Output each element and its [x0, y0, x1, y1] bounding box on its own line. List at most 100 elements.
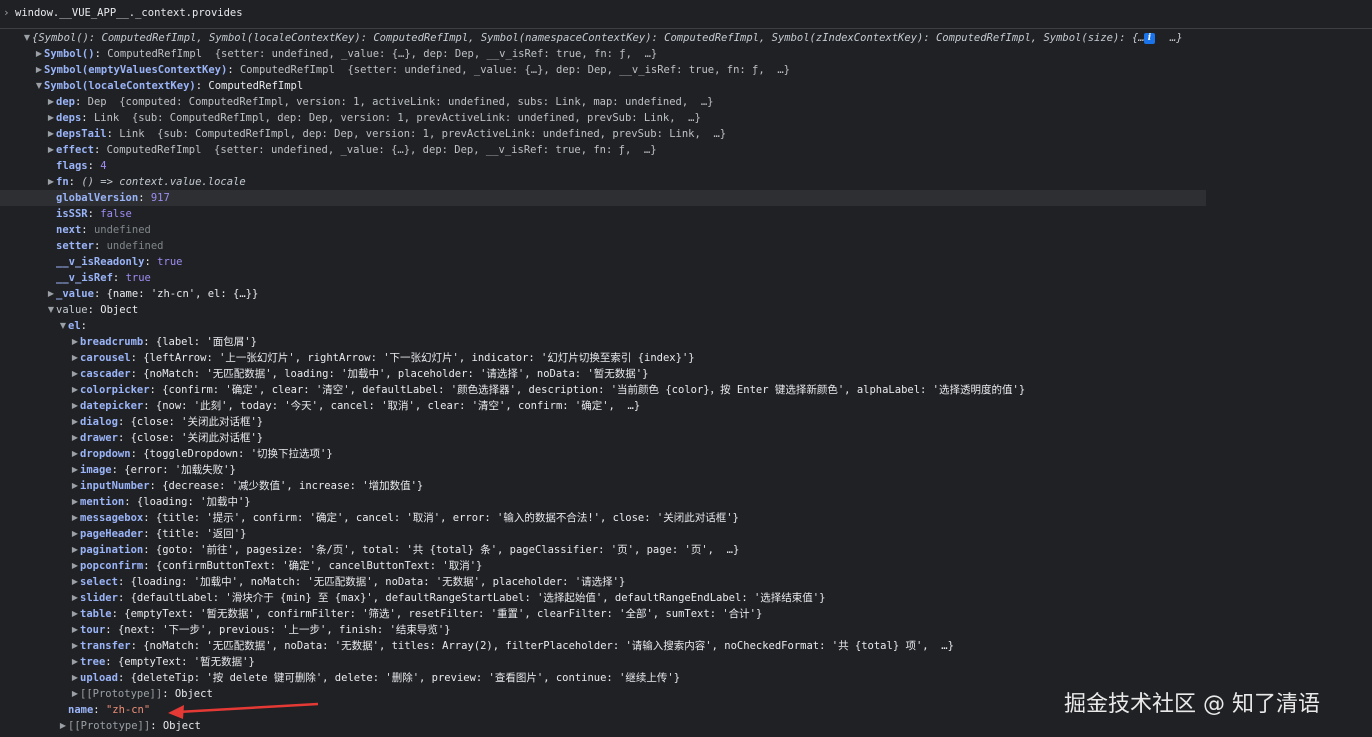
collapsed-triangle-icon[interactable]: ▶ — [70, 462, 80, 478]
collapsed-triangle-icon[interactable]: ▶ — [70, 478, 80, 494]
collapsed-triangle-icon[interactable]: ▶ — [70, 398, 80, 414]
property-key: flags — [56, 160, 88, 172]
collapsed-triangle-icon[interactable]: ▶ — [46, 94, 56, 110]
expanded-triangle-icon[interactable]: ▼ — [34, 78, 44, 94]
collapsed-triangle-icon[interactable]: ▶ — [70, 366, 80, 382]
tree-row[interactable]: ▶ transfer: {noMatch: '无匹配数据', noData: '无… — [0, 638, 1372, 654]
property-value: "zh-cn" — [105, 704, 151, 716]
key-separator: : — [195, 80, 209, 92]
tree-row[interactable]: ▶ datepicker: {now: '此刻', today: '今天', ca… — [0, 398, 1372, 414]
collapsed-triangle-icon[interactable]: ▶ — [46, 126, 56, 142]
tree-row: setter: undefined — [0, 238, 1372, 254]
key-separator: : — [81, 224, 94, 236]
tree-row[interactable]: ▶ colorpicker: {confirm: '确定', clear: '清空… — [0, 382, 1372, 398]
collapsed-triangle-icon[interactable]: ▶ — [70, 654, 80, 670]
expanded-triangle-icon[interactable]: ▼ — [46, 302, 56, 318]
tree-row[interactable]: ▶ depsTail: Link {sub: ComputedRefImpl, d… — [0, 126, 1372, 142]
tree-row[interactable]: ▼ value: Object — [0, 302, 1372, 318]
property-value: {error: '加载失败'} — [124, 464, 236, 476]
expanded-triangle-icon[interactable]: ▼ — [58, 318, 68, 334]
property-key: name — [68, 704, 94, 716]
tree-row[interactable]: ▶ inputNumber: {decrease: '减少数值', increas… — [0, 478, 1372, 494]
collapsed-triangle-icon[interactable]: ▶ — [70, 350, 80, 366]
tree-row[interactable]: ▶ image: {error: '加载失败'} — [0, 462, 1372, 478]
tree-row[interactable]: ▶ carousel: {leftArrow: '上一张幻灯片', rightAr… — [0, 350, 1372, 366]
key-separator: : — [149, 480, 163, 492]
tree-row[interactable]: ▶ deps: Link {sub: ComputedRefImpl, dep: … — [0, 110, 1372, 126]
tree-row[interactable]: ▶ select: {loading: '加载中', noMatch: '无匹配数… — [0, 574, 1372, 590]
tree-row[interactable]: ▶ popconfirm: {confirmButtonText: '确定', c… — [0, 558, 1372, 574]
collapsed-triangle-icon[interactable]: ▶ — [70, 526, 80, 542]
info-icon[interactable]: i — [1144, 33, 1155, 44]
tree-row[interactable]: ▶ dep: Dep {computed: ComputedRefImpl, ve… — [0, 94, 1372, 110]
collapsed-triangle-icon[interactable]: ▶ — [70, 334, 80, 350]
tree-row[interactable]: ▶ upload: {deleteTip: '按 delete 键可删除', de… — [0, 670, 1372, 686]
collapsed-triangle-icon[interactable]: ▶ — [70, 558, 80, 574]
collapsed-triangle-icon[interactable]: ▶ — [70, 638, 80, 654]
collapsed-triangle-icon[interactable]: ▶ — [46, 174, 56, 190]
collapsed-triangle-icon[interactable]: ▶ — [34, 62, 44, 78]
tree-row[interactable]: ▼ el: — [0, 318, 1372, 334]
property-key: datepicker — [80, 400, 144, 412]
collapsed-triangle-icon[interactable]: ▶ — [70, 542, 80, 558]
tree-row[interactable]: ▶ fn: () => context.value.locale — [0, 174, 1372, 190]
tree-row[interactable]: ▶ tree: {emptyText: '暂无数据'} — [0, 654, 1372, 670]
collapsed-triangle-icon[interactable]: ▶ — [70, 686, 80, 702]
collapsed-triangle-icon[interactable]: ▶ — [70, 606, 80, 622]
console-input-line[interactable]: › window.__VUE_APP__._context.provides — [0, 0, 1372, 29]
collapsed-triangle-icon[interactable]: ▶ — [70, 670, 80, 686]
tree-row[interactable]: ▶ breadcrumb: {label: '面包屑'} — [0, 334, 1372, 350]
tree-row[interactable]: ▶ Symbol(emptyValuesContextKey): Computed… — [0, 62, 1372, 78]
property-value: Dep {computed: ComputedRefImpl, version:… — [87, 96, 714, 108]
tree-row[interactable]: ▶ Symbol(): ComputedRefImpl {setter: unde… — [0, 46, 1372, 62]
collapsed-triangle-icon[interactable]: ▶ — [70, 510, 80, 526]
key-separator: : — [105, 624, 118, 636]
collapsed-triangle-icon[interactable]: ▶ — [34, 46, 44, 62]
tree-row[interactable]: ▶ slider: {defaultLabel: '滑块介于 {min} 至 {m… — [0, 590, 1372, 606]
property-key: cascader — [80, 368, 131, 380]
collapsed-triangle-icon[interactable]: ▶ — [70, 494, 80, 510]
console-command[interactable]: window.__VUE_APP__._context.provides — [15, 7, 243, 19]
property-key: Symbol(emptyValuesContextKey) — [44, 64, 228, 76]
collapsed-triangle-icon[interactable]: ▶ — [70, 414, 80, 430]
tree-row[interactable]: ▶ [[Prototype]]: Object — [0, 718, 1372, 734]
tree-row[interactable]: ▶ cascader: {noMatch: '无匹配数据', loading: '… — [0, 366, 1372, 382]
tree-row[interactable]: ▼ {Symbol(): ComputedRefImpl, Symbol(loca… — [0, 30, 1372, 46]
tree-row[interactable]: ▶ pageHeader: {title: '返回'} — [0, 526, 1372, 542]
tree-row: __v_isRef: true — [0, 270, 1372, 286]
tree-row[interactable]: ▶ messagebox: {title: '提示', confirm: '确定'… — [0, 510, 1372, 526]
tree-row[interactable]: ▶ dropdown: {toggleDropdown: '切换下拉选项'} — [0, 446, 1372, 462]
tree-row[interactable]: ▶ drawer: {close: '关闭此对话框'} — [0, 430, 1372, 446]
property-value: {title: '返回'} — [155, 528, 247, 540]
key-separator: : — [143, 400, 156, 412]
tree-row[interactable]: ▶ dialog: {close: '关闭此对话框'} — [0, 414, 1372, 430]
property-value: {emptyText: '暂无数据', confirmFilter: '筛选',… — [124, 608, 763, 620]
tree-row[interactable]: ▶ table: {emptyText: '暂无数据', confirmFilte… — [0, 606, 1372, 622]
collapsed-triangle-icon[interactable]: ▶ — [70, 446, 80, 462]
collapsed-triangle-icon[interactable]: ▶ — [46, 286, 56, 302]
collapsed-triangle-icon[interactable]: ▶ — [70, 590, 80, 606]
collapsed-triangle-icon[interactable]: ▶ — [46, 142, 56, 158]
watermark-text: 掘金技术社区 @ 知了清语 — [1064, 692, 1320, 717]
collapsed-triangle-icon[interactable]: ▶ — [46, 110, 56, 126]
tree-row[interactable]: ▶ mention: {loading: '加载中'} — [0, 494, 1372, 510]
collapsed-triangle-icon[interactable]: ▶ — [58, 718, 68, 734]
tree-row[interactable]: ▼ Symbol(localeContextKey): ComputedRefIm… — [0, 78, 1372, 94]
collapsed-triangle-icon[interactable]: ▶ — [70, 574, 80, 590]
collapsed-triangle-icon[interactable]: ▶ — [70, 382, 80, 398]
collapsed-triangle-icon[interactable]: ▶ — [70, 622, 80, 638]
expanded-triangle-icon[interactable]: ▼ — [22, 30, 32, 46]
key-separator: : — [117, 576, 131, 588]
collapsed-triangle-icon[interactable]: ▶ — [70, 430, 80, 446]
key-separator: : — [94, 48, 108, 60]
tree-row[interactable]: ▶ tour: {next: '下一步', previous: '上一步', fi… — [0, 622, 1372, 638]
key-separator: : — [81, 112, 94, 124]
tree-row[interactable]: ▶ _value: {name: 'zh-cn', el: {…}} — [0, 286, 1372, 302]
property-key: isSSR — [56, 208, 88, 220]
key-separator: : — [93, 144, 107, 156]
tree-row[interactable]: ▶ effect: ComputedRefImpl {setter: undefi… — [0, 142, 1372, 158]
key-separator: : — [130, 448, 144, 460]
tree-row[interactable]: ▶ pagination: {goto: '前往', pagesize: '条/页… — [0, 542, 1372, 558]
property-key: el — [68, 320, 81, 332]
key-separator: : — [117, 592, 131, 604]
